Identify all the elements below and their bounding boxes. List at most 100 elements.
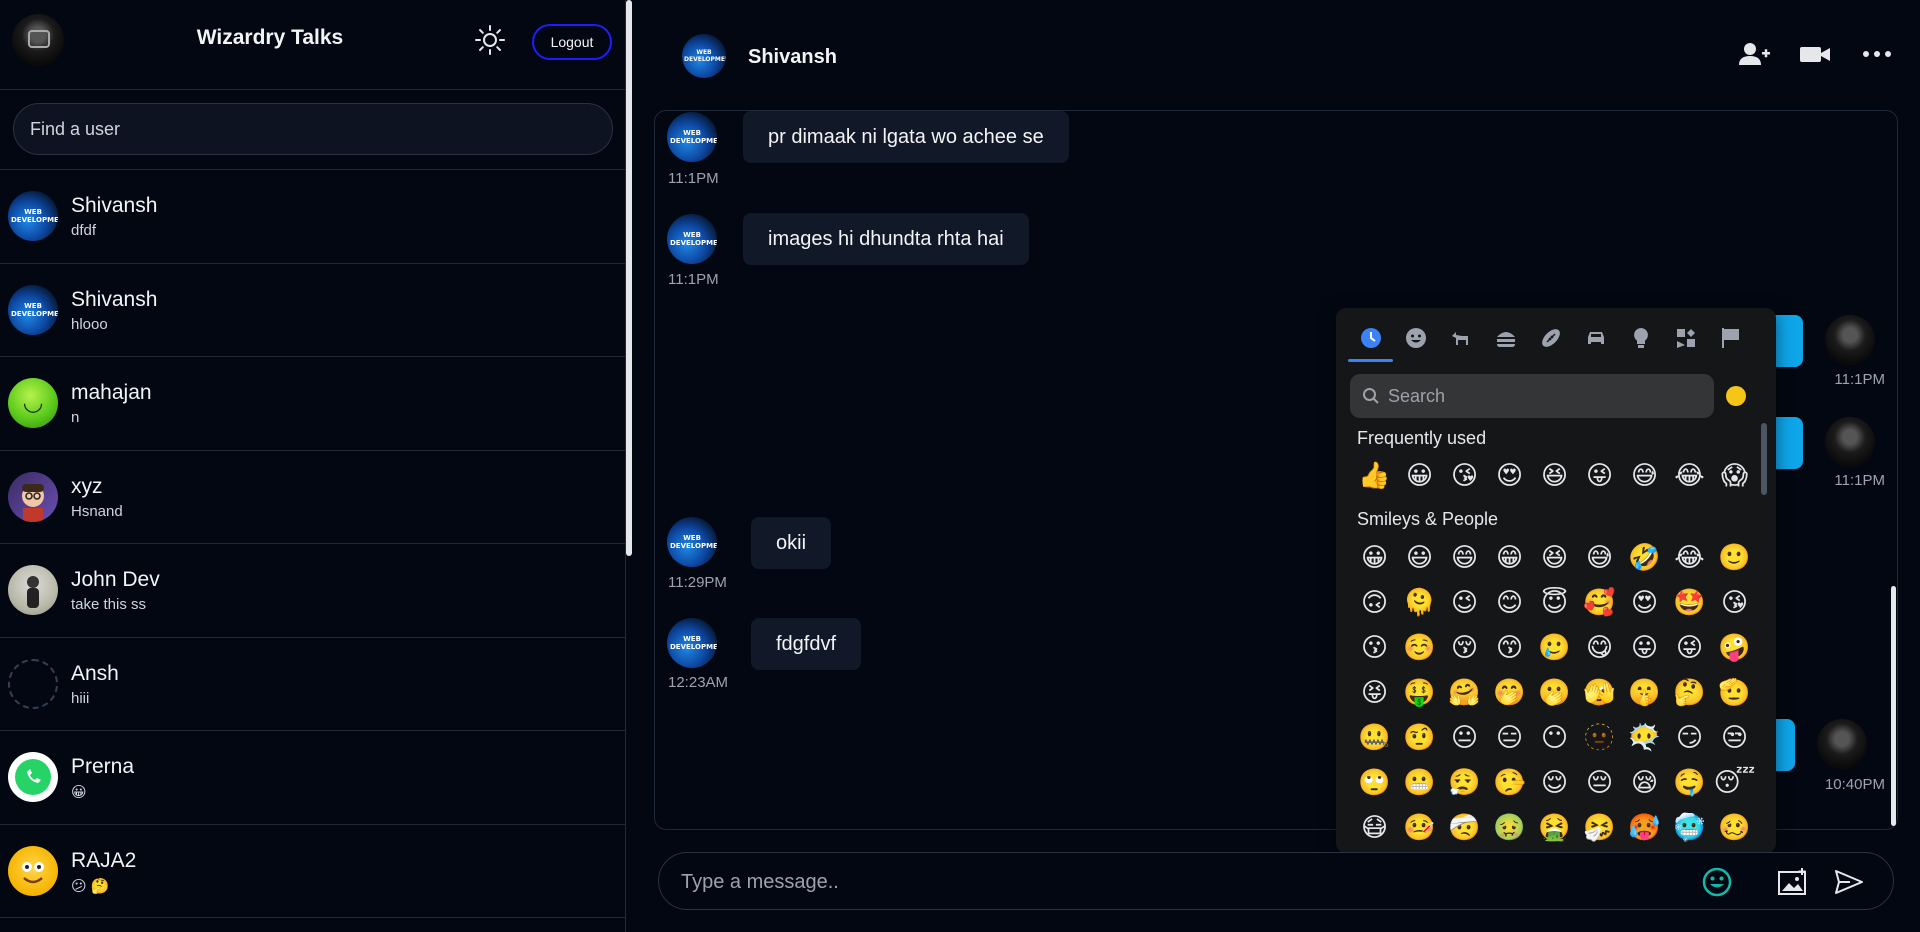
emoji-item[interactable]: 😏 (1667, 716, 1712, 761)
emoji-item[interactable]: 😱 (1712, 454, 1757, 499)
emoji-item[interactable]: 😔 (1577, 761, 1622, 806)
emoji-item[interactable]: 🤕 (1442, 806, 1487, 851)
emoji-item[interactable]: 🤣 (1622, 536, 1667, 581)
emoji-item[interactable]: 😀 (1397, 454, 1442, 499)
user-list-item[interactable]: Ansh hiii (0, 638, 626, 731)
emoji-item[interactable]: 😂 (1667, 536, 1712, 581)
image-upload-icon[interactable] (1776, 866, 1810, 898)
message-input[interactable] (681, 865, 1601, 899)
emoji-item[interactable]: ☺️ (1397, 626, 1442, 671)
more-options-icon[interactable] (1860, 40, 1894, 68)
messages-scrollbar[interactable] (1891, 586, 1896, 826)
emoji-item[interactable]: 😬 (1397, 761, 1442, 806)
emoji-item[interactable]: 🤔 (1667, 671, 1712, 716)
find-user-input[interactable] (13, 103, 613, 155)
logout-button[interactable]: Logout (532, 24, 612, 60)
emoji-item[interactable]: 😶‍🌫️ (1622, 716, 1667, 761)
emoji-item[interactable]: 🤮 (1532, 806, 1577, 851)
emoji-item[interactable]: 😙 (1487, 626, 1532, 671)
emoji-button-icon[interactable] (1700, 866, 1734, 898)
skin-tone-selector[interactable] (1726, 386, 1746, 406)
emoji-item[interactable]: 🥴 (1712, 806, 1757, 851)
emoji-picker-scrollbar[interactable] (1761, 423, 1767, 495)
emoji-item[interactable]: 🤨 (1397, 716, 1442, 761)
emoji-item[interactable]: 😴 (1712, 761, 1757, 806)
emoji-item[interactable]: 😒 (1712, 716, 1757, 761)
emoji-item[interactable]: 😆 (1532, 536, 1577, 581)
clock-icon[interactable] (1348, 318, 1393, 362)
emoji-item[interactable]: 🫠 (1397, 581, 1442, 626)
emoji-item[interactable]: 😜 (1577, 454, 1622, 499)
emoji-item[interactable]: 🤐 (1352, 716, 1397, 761)
send-icon[interactable] (1832, 866, 1866, 898)
emoji-item[interactable]: 😂 (1667, 454, 1712, 499)
smiley-icon[interactable] (1393, 318, 1438, 358)
emoji-item[interactable]: 🤥 (1487, 761, 1532, 806)
lightbulb-icon[interactable] (1618, 318, 1663, 358)
emoji-item[interactable]: 😛 (1622, 626, 1667, 671)
emoji-item[interactable]: 😪 (1622, 761, 1667, 806)
emoji-item[interactable]: 😮‍💨 (1442, 761, 1487, 806)
emoji-item[interactable]: 😶 (1532, 716, 1577, 761)
emoji-item[interactable]: 🙂 (1712, 536, 1757, 581)
emoji-search-input[interactable]: Search (1350, 374, 1714, 418)
emoji-item[interactable]: 😘 (1442, 454, 1487, 499)
emoji-item[interactable]: 😷 (1352, 806, 1397, 851)
emoji-item[interactable]: 🤤 (1667, 761, 1712, 806)
video-call-icon[interactable] (1798, 40, 1832, 68)
emoji-item[interactable]: 🫣 (1577, 671, 1622, 716)
symbols-icon[interactable] (1663, 318, 1708, 358)
user-list-item[interactable]: xyz Hsnand (0, 451, 626, 544)
emoji-item[interactable]: 😇 (1532, 581, 1577, 626)
emoji-item[interactable]: 🤗 (1442, 671, 1487, 716)
emoji-item[interactable]: 🤑 (1397, 671, 1442, 716)
emoji-item[interactable]: 😅 (1622, 454, 1667, 499)
emoji-item[interactable]: 😘 (1712, 581, 1757, 626)
emoji-item[interactable]: 🤒 (1397, 806, 1442, 851)
emoji-item[interactable]: 🥵 (1622, 806, 1667, 851)
emoji-item[interactable]: 😉 (1442, 581, 1487, 626)
theme-toggle-sun-icon[interactable] (474, 24, 506, 56)
food-icon[interactable] (1483, 318, 1528, 358)
user-list-item[interactable]: John Dev take this ss (0, 544, 626, 638)
emoji-item[interactable]: 🥰 (1577, 581, 1622, 626)
emoji-item[interactable]: 😍 (1622, 581, 1667, 626)
activity-icon[interactable] (1528, 318, 1573, 358)
emoji-item[interactable]: 😁 (1487, 536, 1532, 581)
emoji-item[interactable]: 🤫 (1622, 671, 1667, 716)
user-list-item[interactable]: WEB DEVELOPMENT Shivansh dfdf (0, 170, 626, 264)
emoji-item[interactable]: 🫡 (1712, 671, 1757, 716)
user-list-item[interactable]: Prerna 😀 (0, 731, 626, 825)
user-list-item[interactable]: RAJA2 😕 🤔 (0, 825, 626, 918)
emoji-item[interactable]: 😌 (1532, 761, 1577, 806)
flag-icon[interactable] (1708, 318, 1753, 358)
emoji-item[interactable]: 🙃 (1352, 581, 1397, 626)
add-user-icon[interactable] (1737, 40, 1771, 68)
user-list-item[interactable]: ◡ mahajan n (0, 357, 626, 451)
contact-avatar[interactable]: WEB DEVELOPMENT (682, 34, 726, 78)
emoji-item[interactable]: 🥲 (1532, 626, 1577, 671)
car-icon[interactable] (1573, 318, 1618, 358)
animal-icon[interactable] (1438, 318, 1483, 358)
emoji-item[interactable]: 😄 (1442, 536, 1487, 581)
emoji-item[interactable]: 🫥 (1577, 716, 1622, 761)
emoji-item[interactable]: 🤩 (1667, 581, 1712, 626)
emoji-item[interactable]: 😆 (1532, 454, 1577, 499)
emoji-item[interactable]: 😑 (1487, 716, 1532, 761)
emoji-item[interactable]: 😃 (1397, 536, 1442, 581)
emoji-item[interactable]: 🤭 (1487, 671, 1532, 716)
my-avatar[interactable] (12, 14, 64, 66)
emoji-item[interactable]: 😊 (1487, 581, 1532, 626)
emoji-item[interactable]: 😗 (1352, 626, 1397, 671)
emoji-item[interactable]: 👍 (1352, 454, 1397, 499)
emoji-item[interactable]: 😋 (1577, 626, 1622, 671)
sidebar-scrollbar[interactable] (626, 0, 632, 556)
emoji-item[interactable]: 😀 (1352, 536, 1397, 581)
emoji-item[interactable]: 😐 (1442, 716, 1487, 761)
emoji-item[interactable]: 🤢 (1487, 806, 1532, 851)
emoji-item[interactable]: 😜 (1667, 626, 1712, 671)
emoji-item[interactable]: 😍 (1487, 454, 1532, 499)
emoji-item[interactable]: 😝 (1352, 671, 1397, 716)
emoji-item[interactable]: 🥶 (1667, 806, 1712, 851)
emoji-item[interactable]: 😅 (1577, 536, 1622, 581)
